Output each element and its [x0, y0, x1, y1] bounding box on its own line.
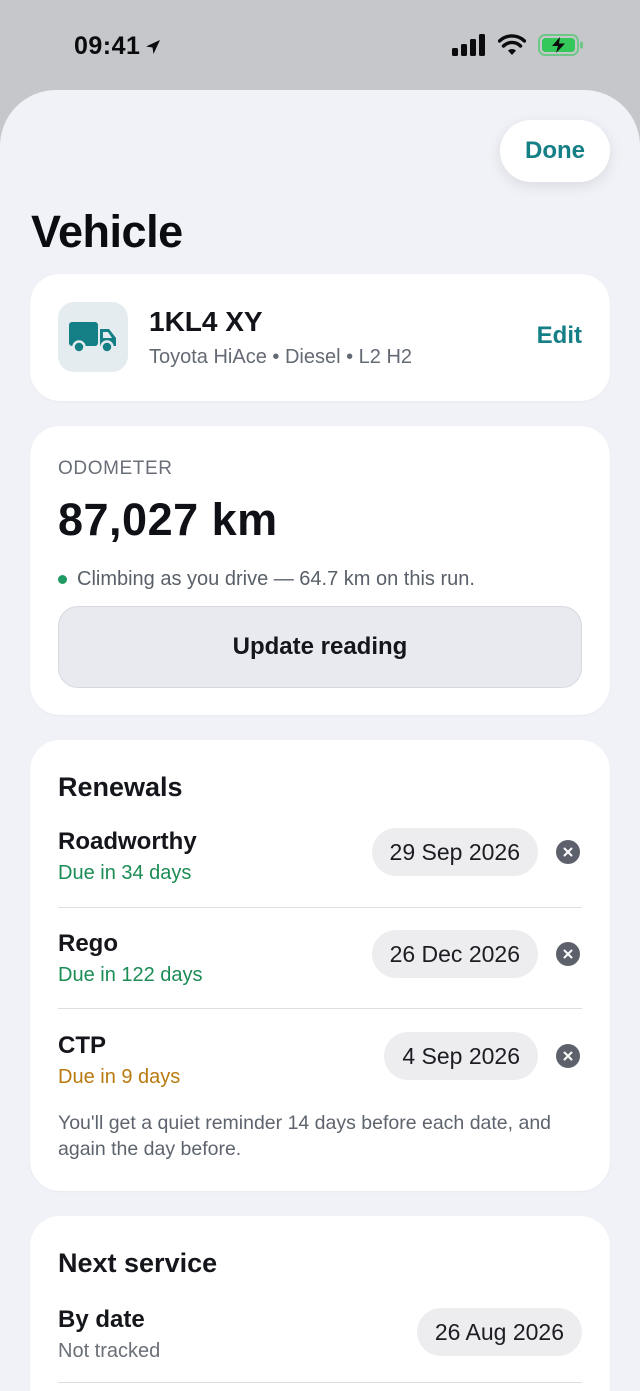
close-icon	[563, 847, 573, 857]
next-service-title: Next service	[58, 1248, 218, 1278]
service-date-pill[interactable]: 26 Aug 2026	[416, 1308, 582, 1356]
renewals-footnote: You'll get a quiet reminder 14 days befo…	[58, 1112, 552, 1160]
renewals-card: Renewals Roadworthy Due in 34 days 29 Se…	[30, 740, 610, 1191]
renewal-date-pill[interactable]: 4 Sep 2026	[384, 1032, 538, 1080]
done-button[interactable]: Done	[500, 120, 610, 182]
clear-date-button[interactable]	[556, 840, 580, 864]
row-divider	[58, 1382, 582, 1383]
battery-charging-icon	[538, 34, 583, 56]
odometer-value: 87,027 km	[58, 494, 278, 545]
update-reading-button[interactable]: Update reading	[58, 606, 582, 688]
renewal-date-pill[interactable]: 29 Sep 2026	[371, 828, 538, 876]
service-by-date-status: Not tracked	[58, 1340, 161, 1362]
close-icon	[563, 949, 573, 959]
renewal-date-pill[interactable]: 26 Dec 2026	[371, 930, 538, 978]
service-by-date-label: By date	[58, 1306, 145, 1333]
odometer-label: ODOMETER	[58, 458, 173, 479]
status-time: 09:41	[74, 32, 162, 61]
live-dot-icon	[58, 575, 67, 584]
renewal-name: CTP	[58, 1032, 106, 1059]
renewal-due: Due in 122 days	[58, 964, 203, 986]
renewal-row-roadworthy: Roadworthy Due in 34 days 29 Sep 2026	[58, 828, 582, 930]
vehicle-description: Toyota HiAce • Diesel • L2 H2	[149, 346, 413, 368]
close-icon	[563, 1051, 573, 1061]
status-icons	[452, 34, 584, 56]
clear-date-button[interactable]	[556, 1044, 580, 1068]
edit-vehicle-button[interactable]: Edit	[537, 322, 582, 350]
truck-icon	[69, 322, 116, 354]
page-title: Vehicle	[31, 206, 183, 257]
renewal-name: Roadworthy	[58, 828, 197, 855]
renewal-row-rego: Rego Due in 122 days 26 Dec 2026	[58, 930, 582, 1032]
clock-label: 09:41	[74, 32, 141, 60]
vehicle-sheet: Done Vehicle 1KL4 XY Toyota HiAce • Dies…	[0, 90, 640, 1391]
odometer-note: Climbing as you drive — 64.7 km on this …	[58, 568, 475, 591]
renewal-due: Due in 34 days	[58, 862, 192, 884]
odometer-note-text: Climbing as you drive — 64.7 km on this …	[77, 568, 475, 590]
odometer-card: ODOMETER 87,027 km Climbing as you drive…	[30, 426, 610, 715]
vehicle-icon-tile	[58, 302, 128, 372]
next-service-card: Next service By date Not tracked 26 Aug …	[30, 1216, 610, 1391]
location-arrow-icon	[146, 39, 161, 54]
clear-date-button[interactable]	[556, 942, 580, 966]
cellular-signal-icon	[452, 34, 485, 56]
vehicle-card: 1KL4 XY Toyota HiAce • Diesel • L2 H2 Ed…	[30, 274, 610, 401]
status-bar: 09:41	[0, 0, 640, 92]
row-divider	[58, 907, 582, 908]
renewal-name: Rego	[58, 930, 118, 957]
renewal-due: Due in 9 days	[58, 1066, 181, 1088]
vehicle-plate: 1KL4 XY	[149, 306, 263, 337]
renewals-title: Renewals	[58, 772, 183, 802]
row-divider	[58, 1008, 582, 1009]
wifi-icon	[498, 34, 526, 55]
